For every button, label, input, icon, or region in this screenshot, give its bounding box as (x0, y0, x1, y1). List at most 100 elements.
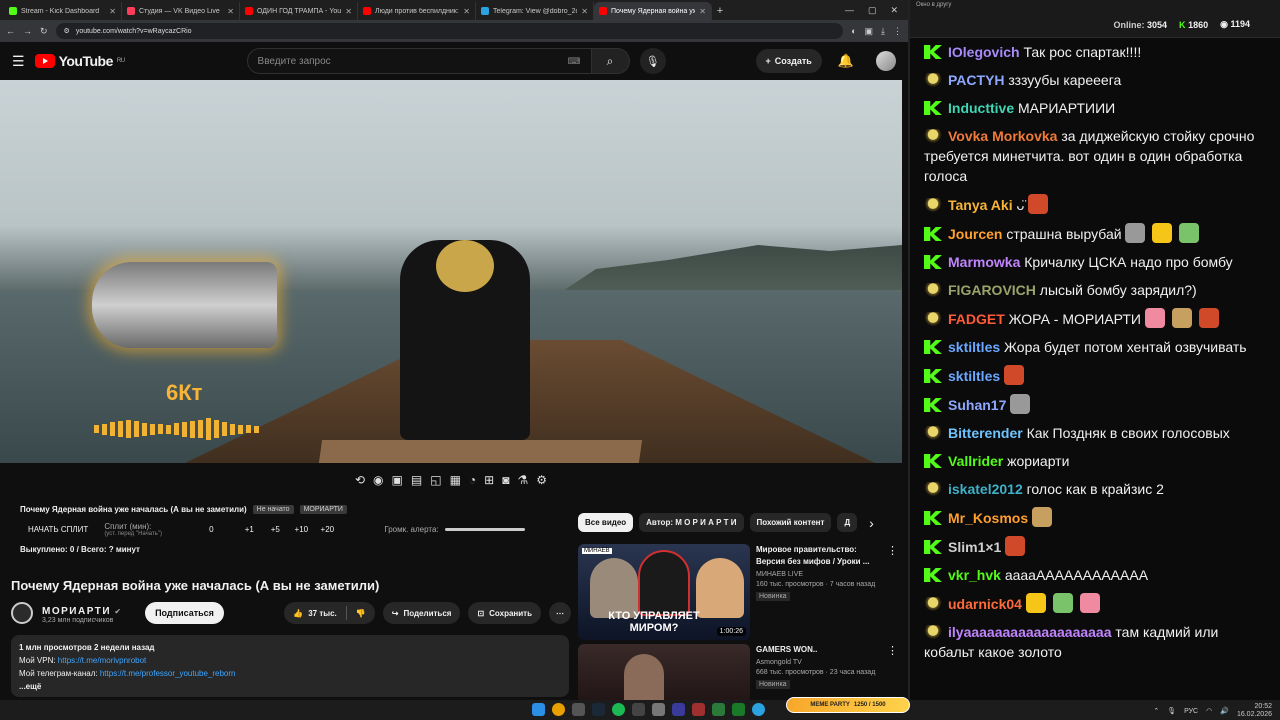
chevron-up-icon[interactable]: ⌃ (1153, 707, 1159, 715)
maximize-icon[interactable]: ▢ (868, 5, 877, 16)
browser-tab[interactable]: Stream - Kick Dashboard ✕ (4, 2, 122, 20)
chat-username[interactable]: Vovka Morkovka (948, 128, 1057, 144)
speed-icon[interactable]: ◔ (469, 473, 476, 487)
close-window-icon[interactable]: ✕ (890, 5, 898, 16)
chat-username[interactable]: vkr_hvk (948, 567, 1001, 583)
chat-username[interactable]: Mr_Kosmos (948, 510, 1028, 526)
video-player[interactable]: 6Кт (0, 80, 902, 463)
chrome-icon[interactable] (552, 703, 565, 716)
browser-tab[interactable]: Люди против беспилдник: семь ✕ (358, 2, 476, 20)
new-tab-button[interactable]: + (712, 5, 728, 20)
chip-all[interactable]: Все видео (578, 513, 634, 532)
extension-icon[interactable]: ◐ (851, 26, 856, 37)
chat-username[interactable]: Jourcen (948, 226, 1002, 242)
close-icon[interactable]: ✕ (581, 7, 588, 16)
chat-username[interactable]: Slim1×1 (948, 539, 1001, 555)
browser-tab[interactable]: Telegram: View @dobro_2ch ✕ (476, 2, 594, 20)
add-icon[interactable]: ⊞ (484, 473, 494, 487)
app-icon[interactable] (572, 703, 585, 716)
loop-icon[interactable]: ⟲ (355, 473, 365, 487)
back-icon[interactable]: ← (6, 26, 15, 36)
frames-icon[interactable]: ▦ (450, 473, 461, 487)
channel-name[interactable]: МОРИАРТИ (42, 606, 111, 617)
search-input[interactable]: Введите запрос ⌨ (246, 48, 592, 74)
app-icon[interactable] (732, 703, 745, 716)
audio-icon[interactable]: ◉ (373, 473, 383, 487)
search-button[interactable]: ⌕ (591, 48, 630, 74)
browser-tab[interactable]: Почему Ядерная война уже ✕ (594, 2, 712, 20)
steam-icon[interactable] (592, 703, 605, 716)
video-thumbnail[interactable]: МИНАЕВ КТО УПРАВЛЯЕТ МИРОМ? 1:00:26 (578, 544, 750, 640)
video-title[interactable]: Мировое правительство: Версия без мифов … (756, 544, 881, 568)
channel-avatar[interactable] (11, 602, 33, 624)
chip-author[interactable]: Автор: М О Р И А Р Т И (639, 513, 744, 532)
video-thumbnail[interactable] (578, 644, 750, 700)
forward-icon[interactable]: → (23, 26, 32, 36)
chat-username[interactable]: Suhan17 (948, 397, 1006, 413)
mic-icon[interactable]: 🎙 (1167, 707, 1176, 715)
close-icon[interactable]: ✕ (109, 7, 116, 16)
start-split-button[interactable]: НАЧАТЬ СПЛИТ (20, 523, 96, 536)
bell-icon[interactable]: 🔔 (838, 53, 854, 69)
subscribe-button[interactable]: Подписаться (145, 602, 224, 624)
channel-name[interactable]: Asmongold TV (756, 659, 881, 666)
windows-icon[interactable] (532, 703, 545, 716)
extension-icon[interactable]: ▣ (865, 26, 874, 37)
pip-icon[interactable]: ◱ (430, 473, 441, 487)
close-icon[interactable]: ✕ (345, 7, 352, 16)
flask-icon[interactable]: ⚗ (517, 473, 528, 487)
plus10-button[interactable]: +10 (292, 525, 310, 534)
menu-icon[interactable]: ⋮ (893, 26, 902, 37)
chip-more[interactable]: Д (837, 513, 858, 532)
close-icon[interactable]: ✕ (699, 7, 706, 16)
list-item[interactable]: GAMERS WON.. Asmongold TV 668 тыс. просм… (578, 644, 898, 700)
create-button[interactable]: + Создать (755, 49, 822, 73)
language-indicator[interactable]: РУС (1184, 708, 1198, 715)
url-field[interactable]: ⚙ youtube.com/watch?v=wRaycazCRio (55, 23, 844, 39)
telegram-link[interactable]: https://t.me/professor_youtube_reborn (100, 669, 236, 678)
spotify-icon[interactable] (612, 703, 625, 716)
site-info-icon[interactable]: ⚙ (64, 27, 70, 35)
voice-search-button[interactable]: 🎙 (639, 48, 666, 74)
youtube-logo[interactable]: YouTube RU (34, 53, 125, 69)
meme-party-widget[interactable]: MEME PARTY 1250 / 1500 (786, 697, 910, 713)
browser-tab[interactable]: Студия — VK Видео Live ✕ (122, 2, 240, 20)
app-icon[interactable] (672, 703, 685, 716)
download-icon[interactable]: ⤓ (881, 26, 885, 37)
clock[interactable]: 20:52 16.02.2026 (1237, 703, 1272, 719)
chat-username[interactable]: PACTYH (948, 72, 1005, 88)
app-icon[interactable] (712, 703, 725, 716)
telegram-icon[interactable] (752, 703, 765, 716)
avatar[interactable] (876, 51, 896, 71)
chat-username[interactable]: IOlegovich (948, 44, 1020, 60)
chat-username[interactable]: Vallrider (948, 453, 1003, 469)
description-box[interactable]: 1 млн просмотров 2 недели назад Мой VPN:… (11, 635, 569, 697)
reload-icon[interactable]: ↻ (40, 26, 48, 37)
thumbs-down-icon[interactable]: 👎 (356, 609, 366, 618)
chat-username[interactable]: iskatel2012 (948, 481, 1023, 497)
more-icon[interactable]: ⋮ (887, 544, 898, 640)
more-icon[interactable]: ⋮ (887, 644, 898, 700)
minimize-icon[interactable]: — (845, 5, 854, 16)
video-title[interactable]: GAMERS WON.. (756, 644, 881, 656)
chat-username[interactable]: FADGET (948, 311, 1005, 327)
keyboard-icon[interactable]: ⌨ (568, 56, 581, 67)
plus1-button[interactable]: +1 (240, 525, 258, 534)
chat-username[interactable]: Bitterender (948, 425, 1023, 441)
screenshot-icon[interactable]: ▣ (392, 473, 403, 487)
more-actions-button[interactable]: ⋯ (549, 602, 571, 624)
plus5-button[interactable]: +5 (266, 525, 284, 534)
browser-tab[interactable]: ОДИН ГОД ТРАМПА - YouTube✕ (240, 2, 358, 20)
list-item[interactable]: МИНАЕВ КТО УПРАВЛЯЕТ МИРОМ? 1:00:26 Миро… (578, 544, 898, 640)
chat-username[interactable]: ilyaaaaaaaaaaaaaaaaaaa (948, 624, 1112, 640)
alert-volume-slider[interactable] (444, 528, 525, 531)
chat-username[interactable]: FIGAROVICH (948, 282, 1036, 298)
chat-username[interactable]: Inducttive (948, 100, 1014, 116)
chat-username[interactable]: sktiltles (948, 339, 1000, 355)
gear-icon[interactable]: ⚙ (536, 473, 547, 487)
clip-icon[interactable]: ▤ (411, 473, 422, 487)
close-icon[interactable]: ✕ (227, 7, 234, 16)
app-icon[interactable] (692, 703, 705, 716)
plus20-button[interactable]: +20 (318, 525, 336, 534)
chevron-right-icon[interactable]: › (869, 515, 874, 531)
